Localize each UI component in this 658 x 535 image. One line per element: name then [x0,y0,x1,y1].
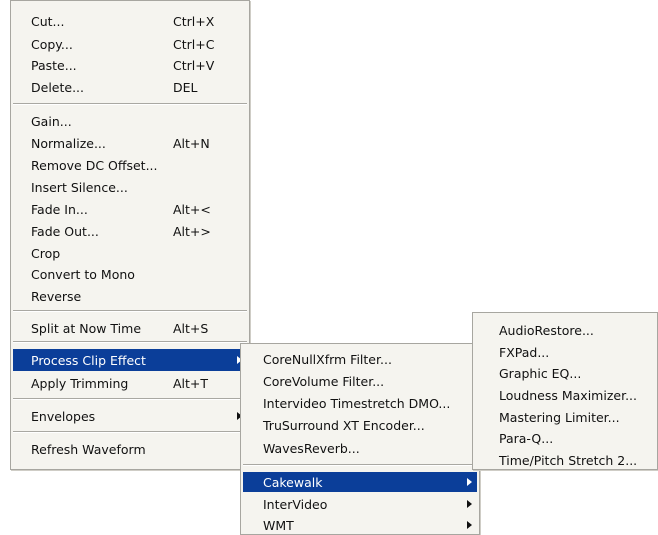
menu-item-process-clip-effect[interactable]: Process Clip Effect [13,349,247,371]
menu-item-shortcut: DEL [173,79,198,95]
menu-item-label: TruSurround XT Encoder... [263,417,425,433]
menu-item-shortcut: Alt+< [173,201,211,217]
menu-item-shortcut: Ctrl+V [173,57,215,73]
menu-item-label: Cakewalk [263,474,323,490]
menu-item-convert-to-mono[interactable]: Convert to Mono [13,264,247,284]
menu-item-refresh-waveform[interactable]: Refresh Waveform [13,439,247,459]
menu-item-label: Time/Pitch Stretch 2... [499,452,638,468]
menu-item-label: Delete... [31,79,84,95]
cakewalk-submenu: AudioRestore... FXPad... Graphic EQ... L… [472,312,658,470]
menu-item-shortcut: Alt+> [173,223,211,239]
menu-item-label: Para-Q... [499,430,554,446]
process-clip-effect-submenu: CoreNullXfrm Filter... CoreVolume Filter… [240,343,480,535]
menu-item-label: WavesReverb... [263,440,360,456]
submenu-item-para-q[interactable]: Para-Q... [475,428,655,448]
menu-item-label: Paste... [31,57,77,73]
menu-item-crop[interactable]: Crop [13,243,247,263]
submenu-item-graphic-eq[interactable]: Graphic EQ... [475,363,655,383]
menu-item-shortcut: Ctrl+C [173,36,215,52]
menu-item-shortcut: Ctrl+X [173,13,215,29]
menu-item-shortcut: Alt+S [173,320,209,336]
submenu-item-audiorestore[interactable]: AudioRestore... [475,320,655,340]
submenu-item-intervideo[interactable]: InterVideo [243,494,477,514]
menu-item-label: WMT [263,517,294,533]
menu-separator [243,464,477,466]
submenu-item-fxpad[interactable]: FXPad... [475,342,655,362]
menu-item-label: Mastering Limiter... [499,409,620,425]
menu-item-copy[interactable]: Copy... Ctrl+C [13,34,247,54]
menu-item-label: FXPad... [499,344,550,360]
menu-item-label: AudioRestore... [499,322,594,338]
menu-item-split-at-now-time[interactable]: Split at Now Time Alt+S [13,318,247,338]
menu-item-label: Apply Trimming [31,375,129,391]
menu-item-label: CoreNullXfrm Filter... [263,351,392,367]
menu-item-label: Split at Now Time [31,320,142,336]
context-menu: Cut... Ctrl+X Copy... Ctrl+C Paste... Ct… [10,0,250,470]
menu-item-label: Fade Out... [31,223,99,239]
menu-item-label: Gain... [31,113,72,129]
menu-item-label: Reverse [31,288,82,304]
menu-item-label: Cut... [31,13,65,29]
submenu-item-wavesreverb[interactable]: WavesReverb... [243,438,477,458]
menu-separator [13,103,247,105]
submenu-item-intervideo-timestretch-dmo[interactable]: Intervideo Timestretch DMO... [243,393,477,413]
submenu-item-time-pitch-stretch-2[interactable]: Time/Pitch Stretch 2... [475,450,655,470]
menu-item-cut[interactable]: Cut... Ctrl+X [13,11,247,31]
menu-item-label: Graphic EQ... [499,365,582,381]
menu-item-label: Convert to Mono [31,266,135,282]
menu-item-insert-silence[interactable]: Insert Silence... [13,177,247,197]
menu-item-apply-trimming[interactable]: Apply Trimming Alt+T [13,373,247,393]
menu-item-label: Process Clip Effect [31,352,146,368]
submenu-item-corevolume-filter[interactable]: CoreVolume Filter... [243,371,477,391]
menu-item-shortcut: Alt+T [173,375,209,391]
menu-item-label: Refresh Waveform [31,441,146,457]
menu-item-delete[interactable]: Delete... DEL [13,77,247,97]
menu-item-label: Normalize... [31,135,106,151]
submenu-item-loudness-maximizer[interactable]: Loudness Maximizer... [475,385,655,405]
menu-item-label: Loudness Maximizer... [499,387,637,403]
menu-item-label: Envelopes [31,408,96,424]
submenu-arrow-icon [467,500,472,508]
menu-item-reverse[interactable]: Reverse [13,286,247,306]
submenu-item-mastering-limiter[interactable]: Mastering Limiter... [475,407,655,427]
menu-item-fade-in[interactable]: Fade In... Alt+< [13,199,247,219]
menu-item-label: Fade In... [31,201,88,217]
menu-item-label: Crop [31,245,61,261]
menu-item-gain[interactable]: Gain... [13,111,247,131]
menu-item-remove-dc-offset[interactable]: Remove DC Offset... [13,155,247,175]
menu-item-shortcut: Alt+N [173,135,210,151]
submenu-item-trusurround-xt-encoder[interactable]: TruSurround XT Encoder... [243,415,477,435]
submenu-item-corenullxfrm-filter[interactable]: CoreNullXfrm Filter... [243,349,477,369]
menu-item-fade-out[interactable]: Fade Out... Alt+> [13,221,247,241]
menu-separator [13,341,247,343]
submenu-item-cakewalk[interactable]: Cakewalk [243,472,477,492]
menu-item-paste[interactable]: Paste... Ctrl+V [13,55,247,75]
menu-item-label: Insert Silence... [31,179,128,195]
menu-item-envelopes[interactable]: Envelopes [13,406,247,426]
menu-item-label: Copy... [31,36,73,52]
submenu-item-wmt[interactable]: WMT [243,515,477,535]
menu-item-label: Intervideo Timestretch DMO... [263,395,451,411]
menu-item-label: Remove DC Offset... [31,157,158,173]
submenu-arrow-icon [467,521,472,529]
menu-item-normalize[interactable]: Normalize... Alt+N [13,133,247,153]
menu-separator [13,398,247,400]
menu-item-label: CoreVolume Filter... [263,373,385,389]
menu-separator [13,431,247,433]
menu-separator [13,310,247,312]
submenu-arrow-icon [467,478,472,486]
menu-item-label: InterVideo [263,496,328,512]
